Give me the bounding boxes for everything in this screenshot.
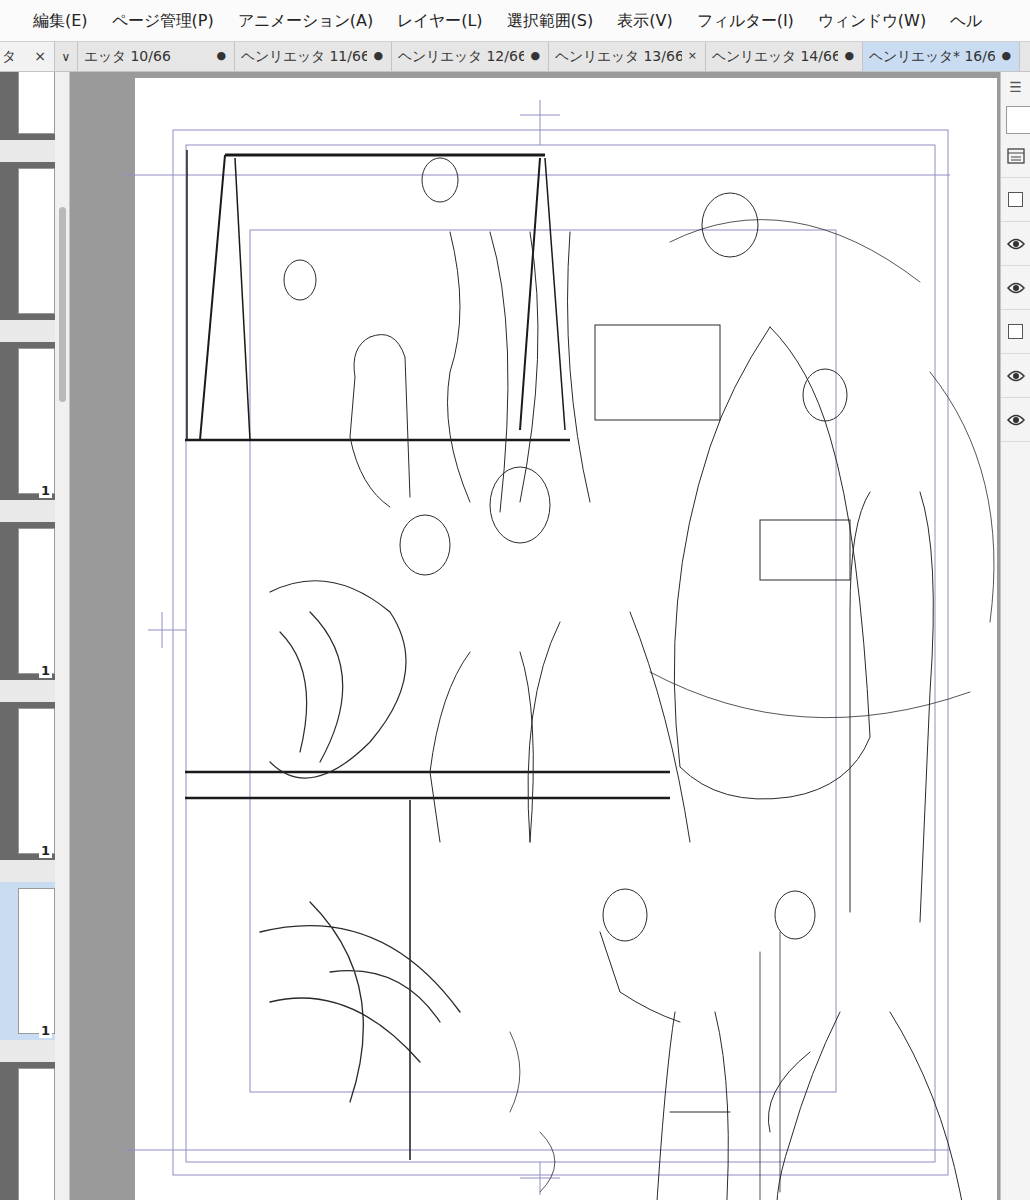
page-thumbnail[interactable] (0, 1062, 55, 1200)
menu-item[interactable]: 選択範囲(S) (507, 9, 594, 33)
manga-page-sketch[interactable] (70, 72, 1000, 1200)
panel-tab[interactable]: タ× (0, 42, 55, 71)
eye-icon[interactable] (1007, 281, 1025, 295)
tab-label: ヘンリエッタ 13/66 (555, 46, 682, 67)
menu-item[interactable]: 表示(V) (617, 9, 672, 33)
page-number: 1 (39, 844, 52, 858)
page-thumbnail[interactable]: 1 (0, 522, 55, 680)
page-list: 1 1 1 1 (0, 72, 55, 1200)
page-thumbnail[interactable]: 1 (0, 882, 55, 1040)
document-tab[interactable]: ヘンリエッタ 12/66 ● (392, 42, 549, 71)
tab-mark[interactable]: ● (530, 48, 540, 65)
tab-mark[interactable]: ● (216, 48, 226, 65)
tab-mark[interactable]: ● (373, 48, 383, 65)
scrollbar[interactable] (55, 72, 70, 1200)
menu-item[interactable]: ヘル (950, 9, 982, 33)
page-number: 1 (39, 1024, 52, 1038)
layer-row[interactable] (1001, 398, 1030, 442)
layer-row[interactable] (1001, 222, 1030, 266)
layer-property-icon[interactable] (1007, 148, 1025, 164)
layer-row[interactable] (1001, 266, 1030, 310)
panel-tab-label: タ (2, 46, 16, 67)
page-preview (18, 888, 55, 1034)
layer-row[interactable] (1001, 134, 1030, 178)
scroll-thumb[interactable] (59, 207, 66, 402)
menu-bar: 編集(E) ページ管理(P) アニメーション(A) レイヤー(L) 選択範囲(S) 表示(… (0, 0, 1030, 42)
tab-mark[interactable]: ● (844, 48, 854, 65)
workspace: 1 1 1 1 ☰ (0, 72, 1030, 1200)
page-preview (18, 72, 55, 134)
eye-icon[interactable] (1007, 369, 1025, 383)
canvas[interactable] (70, 72, 1000, 1200)
layer-field[interactable] (1006, 106, 1030, 134)
page-preview (18, 1068, 55, 1200)
menu-item[interactable]: アニメーション(A) (238, 9, 373, 33)
document-tab[interactable]: ヘンリエッタ 14/66 ● (706, 42, 863, 71)
page-preview (18, 708, 55, 854)
tab-label: エッタ 10/66 (84, 46, 171, 67)
document-tab[interactable]: ヘンリエッタ 11/66 ● (235, 42, 392, 71)
tab-label: ヘンリエッタ 11/66 (241, 46, 367, 67)
layer-panel: ☰ (1000, 72, 1030, 1200)
document-tab[interactable]: ヘンリエッタ* 16/66 ● (863, 42, 1020, 71)
page-panel: 1 1 1 1 (0, 72, 55, 1200)
tab-label: ヘンリエッタ 12/66 (398, 46, 524, 67)
panel-menu-button[interactable]: ☰ (1001, 72, 1030, 102)
eye-icon[interactable] (1007, 237, 1025, 251)
document-tab[interactable]: エッタ 10/66 ● (78, 42, 235, 71)
tab-label: ヘンリエッタ 14/66 (712, 46, 838, 67)
menu-item[interactable]: レイヤー(L) (397, 9, 482, 33)
document-tab[interactable]: ヘンリエッタ 13/66 × (549, 42, 706, 71)
menu-item[interactable]: 編集(E) (33, 9, 88, 33)
menu-item[interactable]: ページ管理(P) (112, 9, 214, 33)
visibility-box[interactable] (1008, 192, 1023, 207)
eye-icon[interactable] (1007, 413, 1025, 427)
page-thumbnail[interactable]: 1 (0, 702, 55, 860)
page-thumbnail[interactable] (0, 162, 55, 320)
page-number: 1 (39, 484, 52, 498)
tab-bar: タ×∨エッタ 10/66●ヘンリエッタ 11/66●ヘンリエッタ 12/66●ヘ… (0, 42, 1030, 72)
page-preview (18, 348, 55, 494)
page-preview (18, 528, 55, 674)
menu-item[interactable]: フィルター(I) (697, 9, 794, 33)
page-preview (18, 168, 55, 314)
tab-list-button[interactable]: ∨ (55, 42, 78, 71)
layer-row[interactable] (1001, 354, 1030, 398)
close-button[interactable]: × (34, 46, 46, 67)
menu-item[interactable]: ウィンドウ(W) (818, 9, 926, 33)
tab-mark[interactable]: × (688, 48, 697, 65)
layer-row[interactable] (1001, 178, 1030, 222)
layer-row[interactable] (1001, 310, 1030, 354)
page-thumbnail[interactable] (0, 72, 55, 140)
tab-mark[interactable]: ● (1001, 48, 1011, 65)
page-number: 1 (39, 664, 52, 678)
visibility-box[interactable] (1008, 324, 1023, 339)
page-thumbnail[interactable]: 1 (0, 342, 55, 500)
tab-label: ヘンリエッタ* 16/66 (869, 46, 995, 67)
